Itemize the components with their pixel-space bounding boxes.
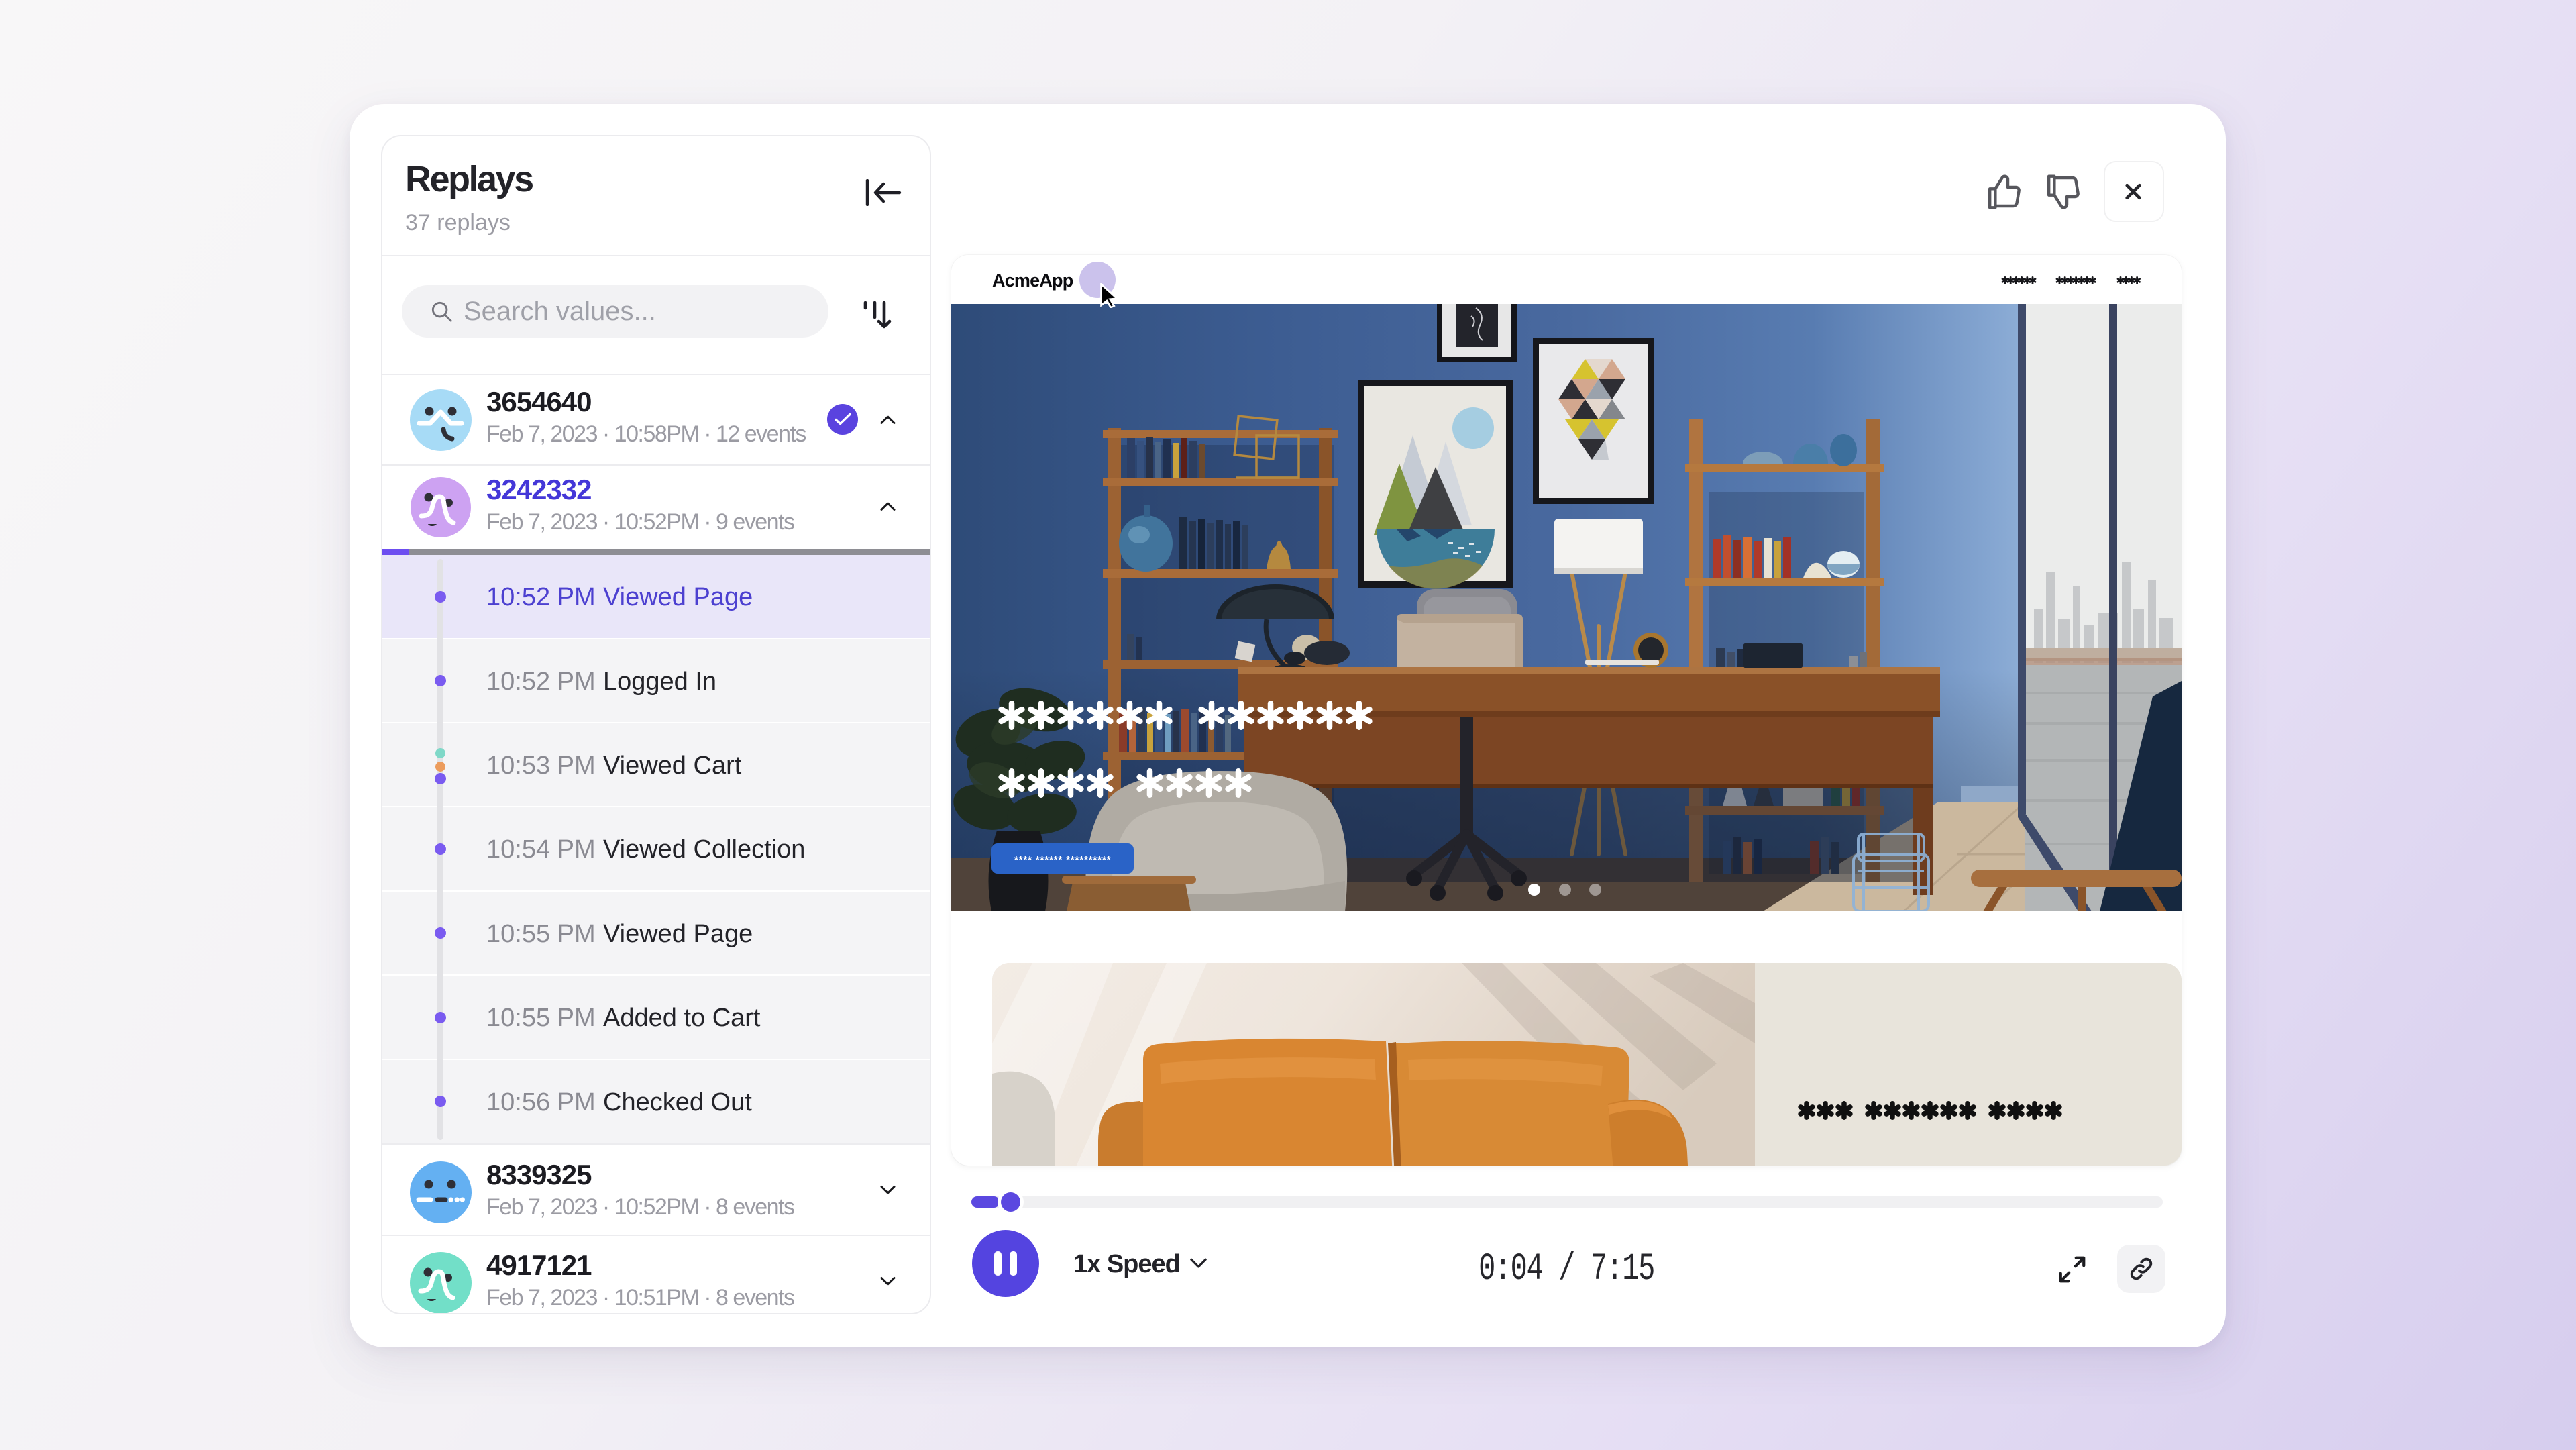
svg-text:**** ****** **********: **** ****** **********: [1014, 855, 1112, 866]
